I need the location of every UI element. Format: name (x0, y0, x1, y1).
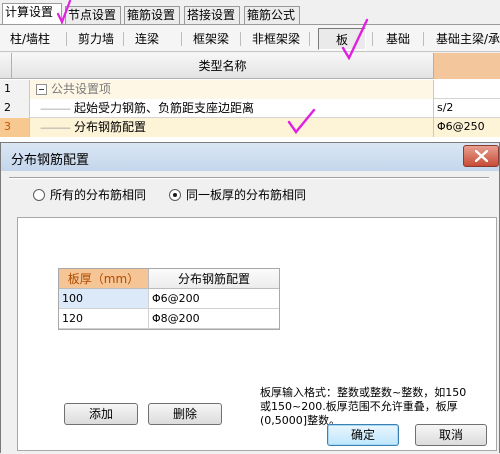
tree-line-icon: ——— (40, 102, 71, 115)
tree-line-icon: ——— (40, 121, 71, 134)
row-number: 1 (0, 80, 30, 99)
ok-button[interactable]: 确定 (327, 424, 399, 446)
table-row[interactable]: 1 公共设置项 (0, 80, 500, 99)
radio-all-same[interactable]: 所有的分布筋相同 (33, 187, 146, 203)
tab-shear-wall[interactable]: 剪力墙 (78, 30, 114, 48)
component-tab-bar: 柱/墙柱 剪力墙 连梁 框架梁 非框架梁 板 基础 基础主梁/承 (0, 24, 500, 52)
tab-separator (123, 32, 124, 46)
tab-stirrup-formula[interactable]: 箍筋公式 (244, 6, 300, 24)
close-icon (475, 150, 488, 162)
annotation-check-icon (56, 0, 72, 24)
input-format-hint: 板厚输入格式：整数或整数~整数，如150 或150~200.板厚范围不允许重叠，… (260, 386, 467, 427)
row-value-cell[interactable]: Φ6@250 (434, 118, 500, 137)
add-button[interactable]: 添加 (64, 403, 138, 425)
top-tab-bar: 计算设置 节点设置 箍筋设置 搭接设置 箍筋公式 (0, 0, 500, 25)
row-value-cell[interactable]: s/2 (434, 99, 500, 118)
table-row[interactable]: 2 ——— 起始受力钢筋、负筋距支座边距离 s/2 (0, 99, 500, 118)
dialog-title: 分布钢筋配置 (11, 153, 90, 168)
tab-coupling-beam[interactable]: 连梁 (135, 30, 159, 48)
column-header-config[interactable]: 分布钢筋配置 (149, 269, 279, 289)
divider (9, 177, 489, 179)
close-button[interactable] (463, 145, 499, 167)
cell-thickness[interactable]: 100 (59, 289, 149, 309)
tab-foundation-main-beam[interactable]: 基础主梁/承 (436, 30, 500, 48)
radio-unchecked-icon[interactable] (33, 189, 45, 201)
tab-separator (423, 32, 424, 46)
column-header-type-name[interactable]: 类型名称 (12, 53, 434, 79)
cell-config[interactable]: Φ6@200 (149, 289, 279, 309)
distribution-rebar-dialog: 分布钢筋配置 所有的分布筋相同 同一板厚的分布筋相同 板厚（mm） 分布钢筋配置… (0, 142, 500, 454)
tab-separator (372, 32, 373, 46)
tab-separator (240, 32, 241, 46)
collapse-icon[interactable] (36, 84, 47, 95)
row-name-label: 公共设置项 (51, 82, 112, 96)
delete-button[interactable]: 删除 (148, 403, 222, 425)
dialog-body: 所有的分布筋相同 同一板厚的分布筋相同 板厚（mm） 分布钢筋配置 100 Φ6… (9, 173, 499, 454)
dialog-title-bar[interactable]: 分布钢筋配置 (1, 143, 499, 171)
row-number: 2 (0, 99, 30, 118)
tab-foundation[interactable]: 基础 (386, 30, 410, 48)
row-value-cell[interactable] (434, 80, 500, 99)
tab-column-wall-column[interactable]: 柱/墙柱 (10, 30, 50, 48)
tab-lap-settings[interactable]: 搭接设置 (184, 6, 240, 24)
radio-same-thickness-label: 同一板厚的分布筋相同 (186, 188, 307, 202)
cancel-button[interactable]: 取消 (415, 424, 487, 446)
annotation-check-icon (287, 108, 316, 134)
grid-header: 类型名称 (0, 53, 500, 79)
row-name-cell[interactable]: ——— 起始受力钢筋、负筋距支座边距离 (30, 99, 434, 118)
row-number: 3 (0, 118, 30, 137)
row-name-label: 分布钢筋配置 (74, 120, 147, 134)
column-header-thickness[interactable]: 板厚（mm） (59, 269, 149, 289)
tab-non-frame-beam[interactable]: 非框架梁 (252, 30, 300, 48)
tab-separator (66, 32, 67, 46)
tab-separator (309, 32, 310, 46)
row-name-cell[interactable]: 公共设置项 (30, 80, 434, 99)
tab-stirrup-settings[interactable]: 箍筋设置 (124, 6, 180, 24)
cell-thickness[interactable]: 120 (59, 309, 149, 329)
radio-all-same-label: 所有的分布筋相同 (50, 188, 147, 202)
settings-panel: 板厚（mm） 分布钢筋配置 100 Φ6@200 120 Φ8@200 添加 删… (17, 217, 497, 451)
radio-checked-icon[interactable] (169, 189, 181, 201)
row-name-label: 起始受力钢筋、负筋距支座边距离 (74, 101, 255, 115)
tab-node-settings[interactable]: 节点设置 (65, 6, 121, 24)
tab-calc-settings[interactable]: 计算设置 (2, 3, 62, 25)
table-row[interactable]: 3 ——— 分布钢筋配置 Φ6@250 (0, 118, 500, 137)
annotation-check-icon (341, 18, 369, 60)
radio-same-thickness[interactable]: 同一板厚的分布筋相同 (169, 187, 306, 203)
settings-grid: 类型名称 1 公共设置项 2 ——— 起始受力钢筋、负筋距支座边距离 s/2 3 … (0, 53, 500, 145)
tab-frame-beam[interactable]: 框架梁 (193, 30, 229, 48)
thickness-config-table: 板厚（mm） 分布钢筋配置 100 Φ6@200 120 Φ8@200 (58, 268, 280, 330)
grid-corner (0, 53, 12, 79)
cell-config[interactable]: Φ8@200 (149, 309, 279, 329)
row-name-cell[interactable]: ——— 分布钢筋配置 (30, 118, 434, 137)
tab-separator (181, 32, 182, 46)
column-header-value[interactable] (434, 53, 500, 79)
